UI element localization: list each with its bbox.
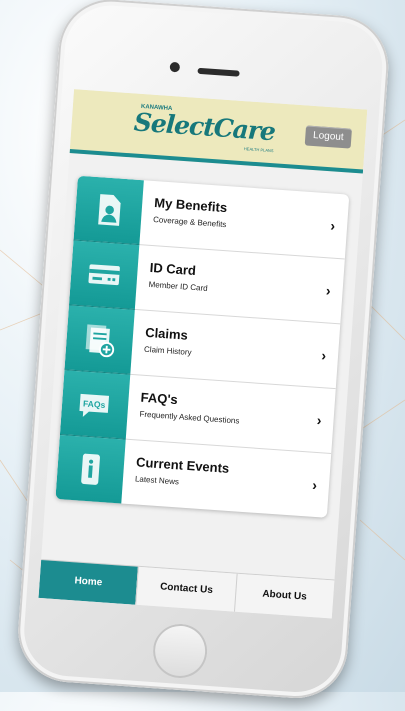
chevron-right-icon: › [329, 217, 336, 234]
menu-item-title: My Benefits [153, 195, 228, 216]
menu-item-subtitle: Coverage & Benefits [152, 215, 227, 230]
phone-mockup: KANAWHA SelectCare HEALTH PLANS Logout M… [0, 0, 405, 711]
chevron-right-icon: › [325, 282, 332, 299]
menu-item-title: Claims [144, 324, 189, 343]
chevron-right-icon: › [311, 476, 318, 494]
logout-button[interactable]: Logout [304, 125, 352, 149]
tab-contact-us[interactable]: Contact Us [135, 566, 237, 612]
tab-about-us[interactable]: About Us [233, 573, 335, 619]
logo-name: SelectCare [132, 107, 276, 147]
logo-tagline: HEALTH PLANS [243, 146, 274, 154]
menu-item-title: FAQ's [140, 389, 179, 408]
phone-body: KANAWHA SelectCare HEALTH PLANS Logout M… [14, 0, 392, 702]
menu-item-subtitle: Claim History [143, 344, 192, 358]
bottom-tab-bar: Home Contact Us About Us [38, 559, 335, 619]
menu-item-title: ID Card [149, 259, 197, 279]
document-person-icon [73, 175, 144, 246]
id-card-icon [68, 240, 140, 310]
main-menu: My Benefits Coverage & Benefits › ID Car… [55, 175, 350, 518]
camera-dot [169, 61, 181, 73]
menu-item-title: Current Events [135, 454, 230, 476]
menu-item-subtitle: Member ID Card [148, 279, 208, 293]
faq-bubble-icon: FAQs [59, 370, 131, 440]
menu-item-subtitle: Frequently Asked Questions [139, 409, 240, 426]
home-button[interactable] [151, 622, 209, 680]
svg-text:FAQs: FAQs [83, 398, 106, 410]
app-screen: KANAWHA SelectCare HEALTH PLANS Logout M… [38, 89, 368, 619]
tab-home[interactable]: Home [38, 560, 139, 605]
info-icon [55, 435, 126, 505]
claims-add-icon [64, 305, 135, 375]
menu-item-subtitle: Latest News [134, 474, 180, 487]
selectcare-logo: KANAWHA SelectCare HEALTH PLANS [132, 104, 276, 153]
chevron-right-icon: › [320, 347, 327, 364]
app-header: KANAWHA SelectCare HEALTH PLANS Logout [69, 89, 368, 174]
speaker-slot [197, 67, 240, 77]
chevron-right-icon: › [316, 411, 323, 429]
